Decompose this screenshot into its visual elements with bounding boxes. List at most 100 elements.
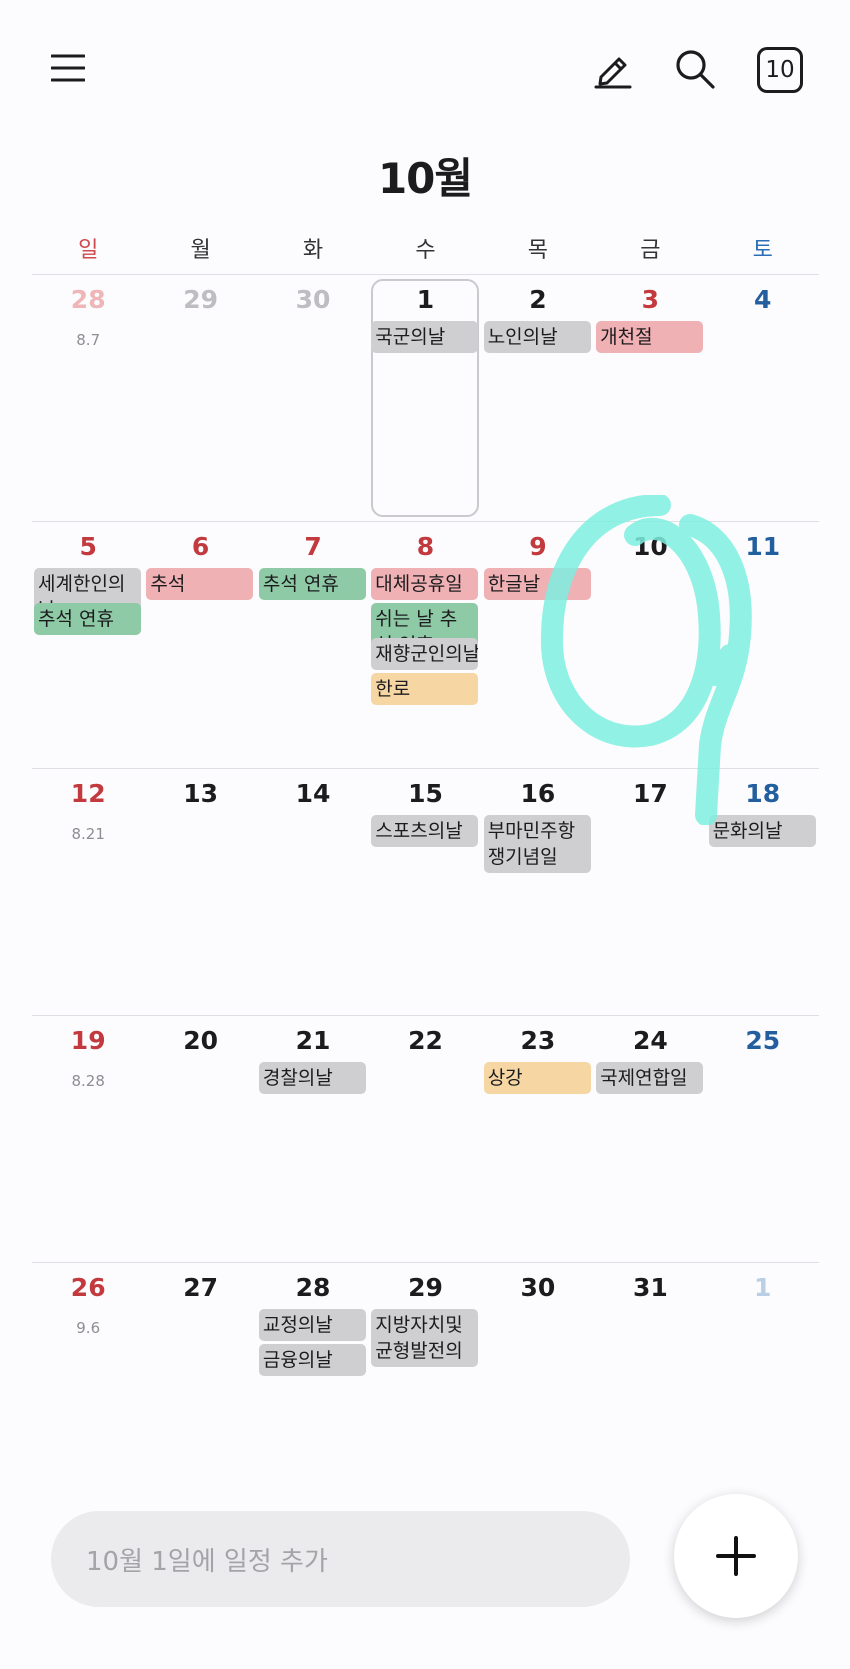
event-chip[interactable]: 개천절 [596,321,704,353]
day-number: 27 [183,1273,219,1302]
day-cell[interactable]: 29 [144,275,256,521]
day-cell[interactable]: 26 9.6 [32,1263,144,1509]
event-chip[interactable]: 지방자치및균형발전의날 [371,1309,479,1367]
search-icon [676,50,715,89]
day-cell[interactable]: 16 부마민주항쟁기념일 [482,769,594,1015]
day-cell[interactable]: 11 [707,522,819,768]
day-number: 30 [520,1273,556,1302]
day-cell[interactable]: 19 8.28 [32,1016,144,1262]
calendar-today-icon: 10 [765,57,795,83]
day-cell[interactable]: 20 [144,1016,256,1262]
day-cell[interactable]: 31 [594,1263,706,1509]
plus-icon [716,1536,756,1576]
day-cell[interactable]: 17 [594,769,706,1015]
search-button[interactable] [670,44,720,94]
weekday-label: 수 [415,238,436,263]
day-cell[interactable]: 7 추석 연휴 [257,522,369,768]
day-cell[interactable]: 1 국군의날 [369,275,481,521]
event-chip[interactable]: 국군의날 [371,321,479,353]
day-number: 8 [416,532,435,561]
event-chip[interactable]: 상강 [483,1062,591,1094]
day-cell[interactable]: 27 [144,1263,256,1509]
day-number: 3 [641,285,660,314]
add-event-input[interactable]: 10월 1일에 일정 추가 [51,1511,630,1607]
month-grid: 288.729301국군의날2노인의날3개천절458.14세계한인의날추석 연휴… [32,274,819,1509]
day-cell[interactable]: 29 지방자치및균형발전의날 [369,1263,481,1509]
edit-button[interactable] [588,44,638,94]
lunar-date: 8.21 [71,825,105,843]
day-number: 30 [295,285,331,314]
event-chip[interactable]: 노인의날 [483,321,591,353]
day-cell[interactable]: 21 경찰의날 [257,1016,369,1262]
day-cell[interactable]: 13 [144,769,256,1015]
day-number: 25 [745,1026,781,1055]
weekday-label: 월 [190,238,211,263]
day-cell[interactable]: 15 스포츠의날 [369,769,481,1015]
today-button[interactable]: 10 [757,47,803,93]
day-number: 7 [304,532,322,561]
day-cell[interactable]: 14 [257,769,369,1015]
top-toolbar: 10 [0,0,850,140]
day-cell[interactable]: 9 한글날 [482,522,594,768]
day-cell[interactable]: 30 [257,275,369,521]
day-cell[interactable]: 12 8.21 [32,769,144,1015]
weekday-label: 금 [640,238,661,263]
event-chip[interactable]: 한글날 [483,568,591,600]
day-number: 20 [183,1026,219,1055]
day-cell[interactable]: 25 [707,1016,819,1262]
lunar-date: 8.28 [71,1072,105,1090]
event-chip[interactable]: 재향군인의날 [371,638,479,670]
lunar-date: 8.7 [76,331,101,349]
event-chip[interactable]: 추석 연휴 [34,603,141,635]
event-chip[interactable]: 문화의날 [708,815,816,847]
day-cell[interactable]: 28 교정의날 금융의날 [257,1263,369,1509]
day-cell[interactable]: 23 상강 [482,1016,594,1262]
event-chip[interactable]: 대체공휴일 [371,568,479,600]
day-number: 2 [529,285,547,314]
day-number: 28 [70,285,106,314]
event-chip[interactable]: 스포츠의날 [371,815,479,847]
day-cell[interactable]: 28 8.7 [32,275,144,521]
week-row: 19 8.28 20 21 경찰의날 22 23 상강 24 국제연합일 25 [32,1015,819,1262]
event-chip[interactable]: 한로 [371,673,479,705]
day-number: 28 [295,1273,331,1302]
day-cell[interactable]: 6 추석 [144,522,256,768]
day-number: 1 [754,1273,772,1302]
day-cell[interactable]: 8대체공휴일쉬는 날 추석 연휴재향군인의날한로 [369,522,481,768]
day-number: 22 [408,1026,443,1055]
event-chip[interactable]: 추석 연휴 [258,568,366,600]
add-event-fab[interactable] [674,1494,798,1618]
event-chip[interactable]: 교정의날 [258,1309,366,1341]
day-cell[interactable]: 1 [707,1263,819,1509]
weekday-label: 일 [78,238,99,263]
week-row: 58.14세계한인의날추석 연휴6추석7추석 연휴8대체공휴일쉬는 날 추석 연… [32,521,819,768]
event-chip[interactable]: 부마민주항쟁기념일 [483,815,591,873]
day-number: 29 [408,1273,443,1302]
day-cell[interactable]: 30 [482,1263,594,1509]
day-cell[interactable]: 10 [594,522,706,768]
week-row: 269.6 27 28 교정의날금융의날 29 지방자치및균형발전의날 30 31 1 [32,1262,819,1509]
menu-button[interactable] [44,42,92,94]
month-title[interactable]: 10월 [0,145,850,206]
week-row: 28 8.7 29 30 1 국군의날 2 노인의날 3 개천절 4 [32,274,819,521]
day-number: 4 [754,285,772,314]
day-number: 16 [520,779,556,808]
day-number: 6 [191,532,210,561]
event-chip[interactable]: 추석 [146,568,254,600]
day-number: 31 [632,1273,668,1302]
day-cell[interactable]: 24 국제연합일 [594,1016,706,1262]
weekday-label: 목 [527,238,549,263]
pencil-icon [594,57,632,89]
day-cell[interactable]: 22 [369,1016,481,1262]
day-cell[interactable]: 58.14세계한인의날추석 연휴 [32,522,144,768]
week-row: 12 8.21 13 14 15 스포츠의날 16 부마민주항쟁기념일 17 18 문화의날 [32,768,819,1015]
event-chip[interactable]: 경찰의날 [258,1062,366,1094]
day-cell[interactable]: 4 [707,275,819,521]
day-cell[interactable]: 18 문화의날 [707,769,819,1015]
day-number: 11 [745,532,781,561]
event-chip[interactable]: 금융의날 [258,1344,366,1376]
day-cell[interactable]: 2 노인의날 [482,275,594,521]
day-cell[interactable]: 3 개천절 [594,275,706,521]
event-chip[interactable]: 국제연합일 [596,1062,704,1094]
day-number: 9 [529,532,547,561]
